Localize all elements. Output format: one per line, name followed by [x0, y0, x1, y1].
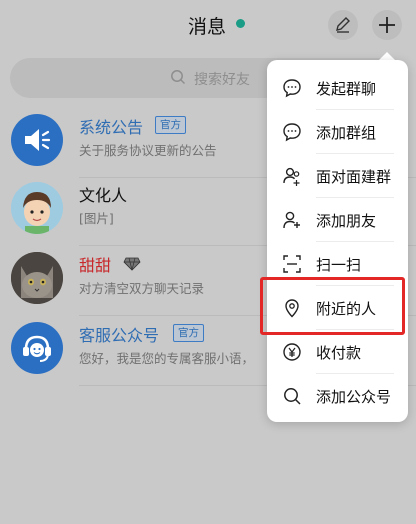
menu-item-label: 收付款: [316, 344, 362, 362]
chat-name: 甜甜: [79, 256, 112, 275]
chat-name: 文化人: [79, 186, 128, 205]
chat-name: 客服公众号: [79, 326, 160, 345]
edit-button[interactable]: [328, 10, 358, 40]
search-placeholder: 搜索好友: [194, 72, 250, 88]
add-friend-icon: [283, 211, 300, 229]
chat-bubble-icon: [283, 79, 301, 98]
highlight-box: [260, 277, 405, 335]
avatar: [11, 252, 63, 304]
cat-photo-icon: [11, 252, 63, 304]
menu-item-add-official-account[interactable]: 添加公众号: [267, 374, 408, 418]
menu-item-payments[interactable]: 收付款: [267, 330, 408, 374]
chat-name: 系统公告: [79, 118, 144, 137]
menu-item-label: 添加朋友: [316, 212, 377, 230]
menu-item-add-friend[interactable]: 添加朋友: [267, 198, 408, 242]
menu-item-face-to-face-group[interactable]: 面对面建群: [267, 154, 408, 198]
group-chat-icon: [283, 123, 301, 142]
avatar: [11, 322, 63, 374]
scan-icon: [283, 255, 301, 273]
chat-preview: 对方清空双方聊天记录: [79, 281, 205, 296]
page-title: 消息: [188, 16, 227, 38]
add-button[interactable]: [372, 10, 402, 40]
chat-preview: 您好，我是您的专属客服小语，: [79, 351, 255, 366]
search-icon: [171, 70, 186, 85]
pencil-icon: [336, 17, 350, 33]
diamond-icon: [123, 257, 141, 271]
menu-item-label: 发起群聊: [316, 80, 377, 98]
search-icon: [284, 388, 301, 405]
speaker-icon: [25, 129, 51, 151]
menu-item-label: 扫一扫: [316, 256, 362, 274]
menu-item-label: 添加群组: [316, 124, 377, 142]
face-to-face-icon: [283, 167, 300, 186]
cartoon-boy-icon: [11, 182, 63, 234]
headset-icon: [23, 335, 51, 362]
chat-preview: [图片]: [79, 211, 114, 226]
top-bar: 消息: [0, 0, 416, 54]
yen-icon: [283, 343, 301, 361]
official-badge: 官方: [173, 324, 204, 342]
menu-item-label: 面对面建群: [316, 168, 392, 186]
menu-item-label: 添加公众号: [316, 388, 392, 406]
menu-item-add-group[interactable]: 添加群组: [267, 110, 408, 154]
online-status-dot: [236, 19, 245, 28]
plus-icon: [379, 17, 395, 33]
chat-preview: 关于服务协议更新的公告: [79, 143, 217, 158]
add-popup-menu: 发起群聊 添加群组 面对面建群 添加朋友 扫一扫 附近的人 收付款 添加公众号: [267, 60, 408, 422]
avatar: [11, 114, 63, 166]
menu-item-start-group-chat[interactable]: 发起群聊: [267, 66, 408, 110]
avatar: [11, 182, 63, 234]
official-badge: 官方: [155, 116, 186, 134]
